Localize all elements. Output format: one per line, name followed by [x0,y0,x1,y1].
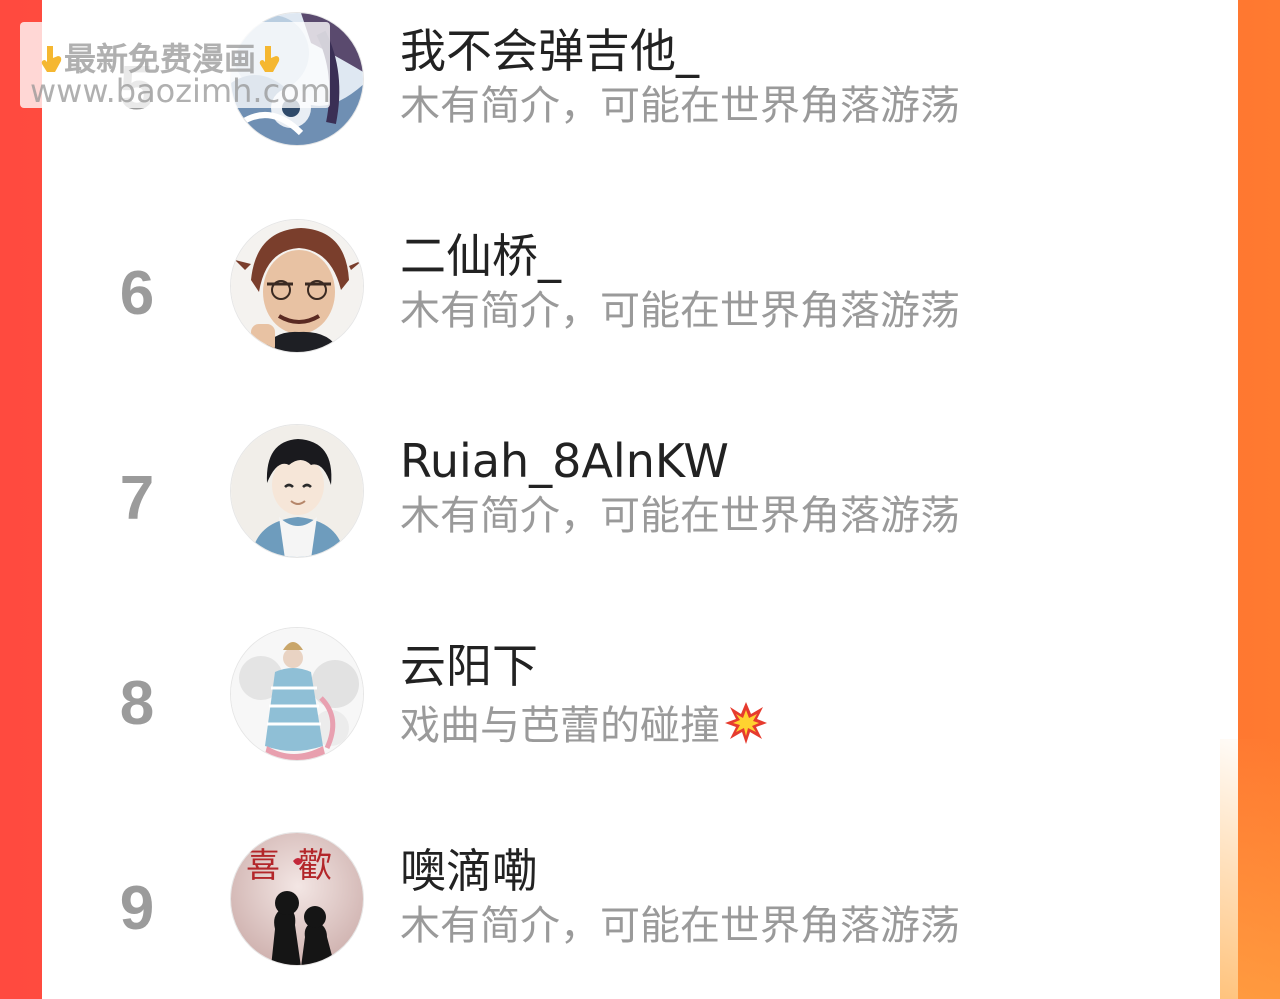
avatar[interactable] [230,424,364,558]
rank-number: 7 [119,464,155,533]
pointing-down-hand-icon [256,44,282,74]
pointing-down-hand-icon [38,44,64,74]
list-item[interactable]: 8 云阳下 戏曲与芭蕾的碰撞 [42,615,1238,775]
list-item[interactable]: 7 Ruiah_8AlnKW 木有简介，可能在世界角落游荡 [42,410,1238,570]
user-bio: 木有简介，可能在世界角落游荡 [400,903,960,949]
collision-icon [724,701,768,752]
rank-number: 8 [119,669,155,738]
user-name[interactable]: 我不会弹吉他_ [400,28,699,74]
avatar[interactable] [230,627,364,761]
list-item[interactable]: 9 喜歡 噢滴嘞 木有简介，可能在世界角落游荡 [42,820,1238,980]
app-frame: 5 我不会弹吉他_ 木有简介，可能在世界角落游荡 6 [0,0,1280,999]
rank-number: 6 [119,259,155,328]
avatar-caption: 喜歡 [246,846,350,886]
list-item[interactable]: 6 二仙桥_ 木有简介，可能在世界角落游荡 [42,205,1238,365]
watermark-url: www.baozimh.com [30,72,331,110]
user-name[interactable]: 云阳下 [400,643,538,689]
user-name[interactable]: 二仙桥_ [400,233,561,279]
user-name[interactable]: 噢滴嘞 [400,848,538,894]
avatar[interactable] [230,219,364,353]
watermark: 最新免费漫画 www.baozimh.com [20,22,331,110]
avatar[interactable]: 喜歡 [230,832,364,966]
rank-number: 9 [119,874,155,943]
user-bio-line: 戏曲与芭蕾的碰撞 [400,701,768,752]
user-name[interactable]: Ruiah_8AlnKW [400,438,729,484]
ranking-list: 5 我不会弹吉他_ 木有简介，可能在世界角落游荡 6 [42,0,1238,999]
user-bio: 戏曲与芭蕾的碰撞 [400,703,720,749]
user-bio: 木有简介，可能在世界角落游荡 [400,83,960,129]
user-bio: 木有简介，可能在世界角落游荡 [400,493,960,539]
user-bio: 木有简介，可能在世界角落游荡 [400,288,960,334]
